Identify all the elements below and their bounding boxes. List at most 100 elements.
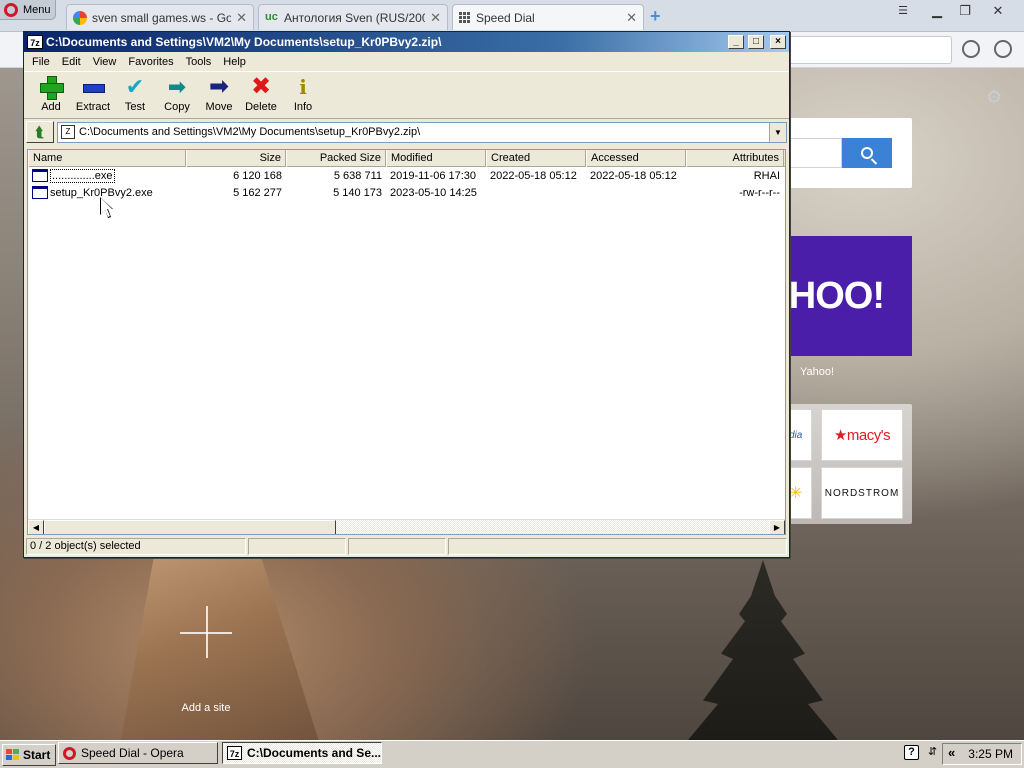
scroll-right-icon[interactable]: ▶ xyxy=(769,520,785,534)
add-site-label: Add a site xyxy=(181,702,231,714)
network-icon[interactable]: ⇵ xyxy=(928,745,937,758)
table-row[interactable]: ..............exe 6 120 168 5 638 711 20… xyxy=(28,167,785,184)
extract-button[interactable]: Extract xyxy=(72,72,114,118)
address-bar[interactable] xyxy=(780,36,952,64)
browser-tab-speed-dial[interactable]: Speed Dial ✕ xyxy=(452,4,644,30)
toolbar-label: Extract xyxy=(75,101,111,113)
name-cell: setup_Kr0PBvy2.exe xyxy=(28,186,186,199)
opera-menu-button[interactable]: Menu xyxy=(0,0,56,20)
7zip-path-bar: ⮬ Z C:\Documents and Settings\VM2\My Doc… xyxy=(24,119,789,145)
speed-dial-tile-macys[interactable]: ★macy's xyxy=(821,409,903,461)
taskbar-item-opera[interactable]: Speed Dial - Opera xyxy=(58,742,218,764)
speed-dial-tile-yahoo[interactable]: AHOO! xyxy=(788,236,912,356)
menu-file[interactable]: File xyxy=(26,56,56,68)
add-button[interactable]: Add xyxy=(30,72,72,118)
modified-cell: 2019-11-06 17:30 xyxy=(390,169,477,182)
add-site-plus-icon[interactable] xyxy=(180,606,234,660)
file-list[interactable]: Name Size Packed Size Modified Created A… xyxy=(27,149,786,535)
accessed-cell: 2022-05-18 05:12 xyxy=(590,169,677,182)
speed-dial-tile-walmart[interactable]: ✳ xyxy=(788,467,812,519)
menu-favorites[interactable]: Favorites xyxy=(122,56,179,68)
horizontal-scrollbar[interactable]: ◀ ▶ xyxy=(28,519,785,534)
status-cell xyxy=(448,538,787,555)
close-button[interactable]: ✕ xyxy=(976,2,1020,20)
clock[interactable]: 3:25 PM xyxy=(968,747,1013,761)
taskbar-item-label: C:\Documents and Se... xyxy=(246,746,381,760)
column-header-accessed[interactable]: Accessed xyxy=(586,150,686,167)
name-cell: ..............exe xyxy=(28,168,186,183)
delete-button[interactable]: ✖ Delete xyxy=(240,72,282,118)
restore-button[interactable]: ❐ xyxy=(954,2,976,20)
info-button[interactable]: i Info xyxy=(282,72,324,118)
account-icon[interactable] xyxy=(994,40,1012,58)
start-label: Start xyxy=(23,747,51,762)
start-button[interactable]: Start xyxy=(2,743,56,766)
tab-close-icon[interactable]: ✕ xyxy=(236,10,247,26)
tray-expand-icon[interactable]: « xyxy=(948,745,955,760)
tab-label: Speed Dial xyxy=(476,10,535,25)
copy-icon: ➡ xyxy=(167,74,187,99)
column-header-name[interactable]: Name xyxy=(28,150,186,167)
speed-dial-search-input[interactable] xyxy=(788,138,842,168)
download-icon[interactable] xyxy=(962,40,980,58)
column-header-created[interactable]: Created xyxy=(486,150,586,167)
gear-icon[interactable]: ⚙ xyxy=(986,88,1004,106)
new-tab-button[interactable]: + xyxy=(650,6,661,27)
nordstrom-logo: NORDSTROM xyxy=(824,487,900,499)
exe-file-icon xyxy=(32,169,48,182)
taskbar-item-7zip[interactable]: 7z C:\Documents and Se... xyxy=(222,742,382,764)
column-header-modified[interactable]: Modified xyxy=(386,150,486,167)
speed-dial-tile-partial[interactable]: dia xyxy=(788,409,812,461)
7zip-close-button[interactable]: × xyxy=(770,35,786,49)
7zip-title-bar[interactable]: 7z C:\Documents and Settings\VM2\My Docu… xyxy=(24,32,789,52)
speed-dial-tile-nordstrom[interactable]: NORDSTROM xyxy=(821,467,903,519)
google-icon xyxy=(73,10,87,25)
add-icon xyxy=(39,75,64,100)
up-folder-button[interactable]: ⮬ xyxy=(26,121,54,143)
size-cell: 5 162 277 xyxy=(233,186,282,199)
opera-icon xyxy=(63,746,76,760)
search-icon xyxy=(861,147,873,159)
tab-label: Антология Sven (RUS/2006 xyxy=(284,10,426,25)
macys-logo: ★macy's xyxy=(833,427,891,444)
created-cell: 2022-05-18 05:12 xyxy=(490,169,577,182)
tab-menu-icon[interactable]: ☰ xyxy=(892,2,914,20)
browser-tab-antology[interactable]: uc Антология Sven (RUS/2006 ✕ xyxy=(258,4,448,30)
menu-tools[interactable]: Tools xyxy=(180,56,218,68)
status-cell xyxy=(348,538,446,555)
7zip-maximize-button[interactable]: □ xyxy=(748,35,764,49)
packed-size-cell: 5 638 711 xyxy=(333,169,382,182)
column-header-attributes[interactable]: Attributes xyxy=(686,150,784,167)
tab-close-icon[interactable]: ✕ xyxy=(430,10,441,26)
status-cell xyxy=(248,538,346,555)
7zip-app-icon: 7z xyxy=(227,746,242,760)
menu-edit[interactable]: Edit xyxy=(56,56,87,68)
chevron-down-icon[interactable]: ▼ xyxy=(769,122,786,142)
opera-menu-label: Menu xyxy=(23,3,51,16)
extract-icon xyxy=(81,75,105,99)
toolbar-label: Delete xyxy=(245,101,277,113)
browser-tab-google[interactable]: sven small games.ws - Google ✕ xyxy=(66,4,254,30)
exe-file-icon xyxy=(32,186,48,199)
move-button[interactable]: ➡ Move xyxy=(198,72,240,118)
test-button[interactable]: ✔ Test xyxy=(114,72,156,118)
search-button[interactable] xyxy=(842,138,892,168)
copy-button[interactable]: ➡ Copy xyxy=(156,72,198,118)
path-combobox[interactable]: Z C:\Documents and Settings\VM2\My Docum… xyxy=(57,121,787,143)
scrollbar-thumb[interactable] xyxy=(44,520,336,534)
scroll-left-icon[interactable]: ◀ xyxy=(28,520,44,534)
tab-close-icon[interactable]: ✕ xyxy=(626,10,637,26)
menu-help[interactable]: Help xyxy=(217,56,252,68)
help-icon[interactable]: ? xyxy=(904,745,919,760)
column-header-size[interactable]: Size xyxy=(186,150,286,167)
table-row[interactable]: setup_Kr0PBvy2.exe 5 162 277 5 140 173 2… xyxy=(28,184,785,201)
file-name: setup_Kr0PBvy2.exe xyxy=(50,186,153,199)
toolbar-label: Copy xyxy=(164,101,190,113)
attributes-cell: -rw-r--r-- xyxy=(739,186,780,199)
menu-view[interactable]: View xyxy=(87,56,123,68)
scrollbar-track[interactable] xyxy=(336,520,769,534)
column-header-packed-size[interactable]: Packed Size xyxy=(286,150,386,167)
7zip-minimize-button[interactable]: _ xyxy=(728,35,744,49)
minimize-button[interactable]: ▁ xyxy=(926,2,948,20)
modified-cell: 2023-05-10 14:25 xyxy=(390,186,477,199)
